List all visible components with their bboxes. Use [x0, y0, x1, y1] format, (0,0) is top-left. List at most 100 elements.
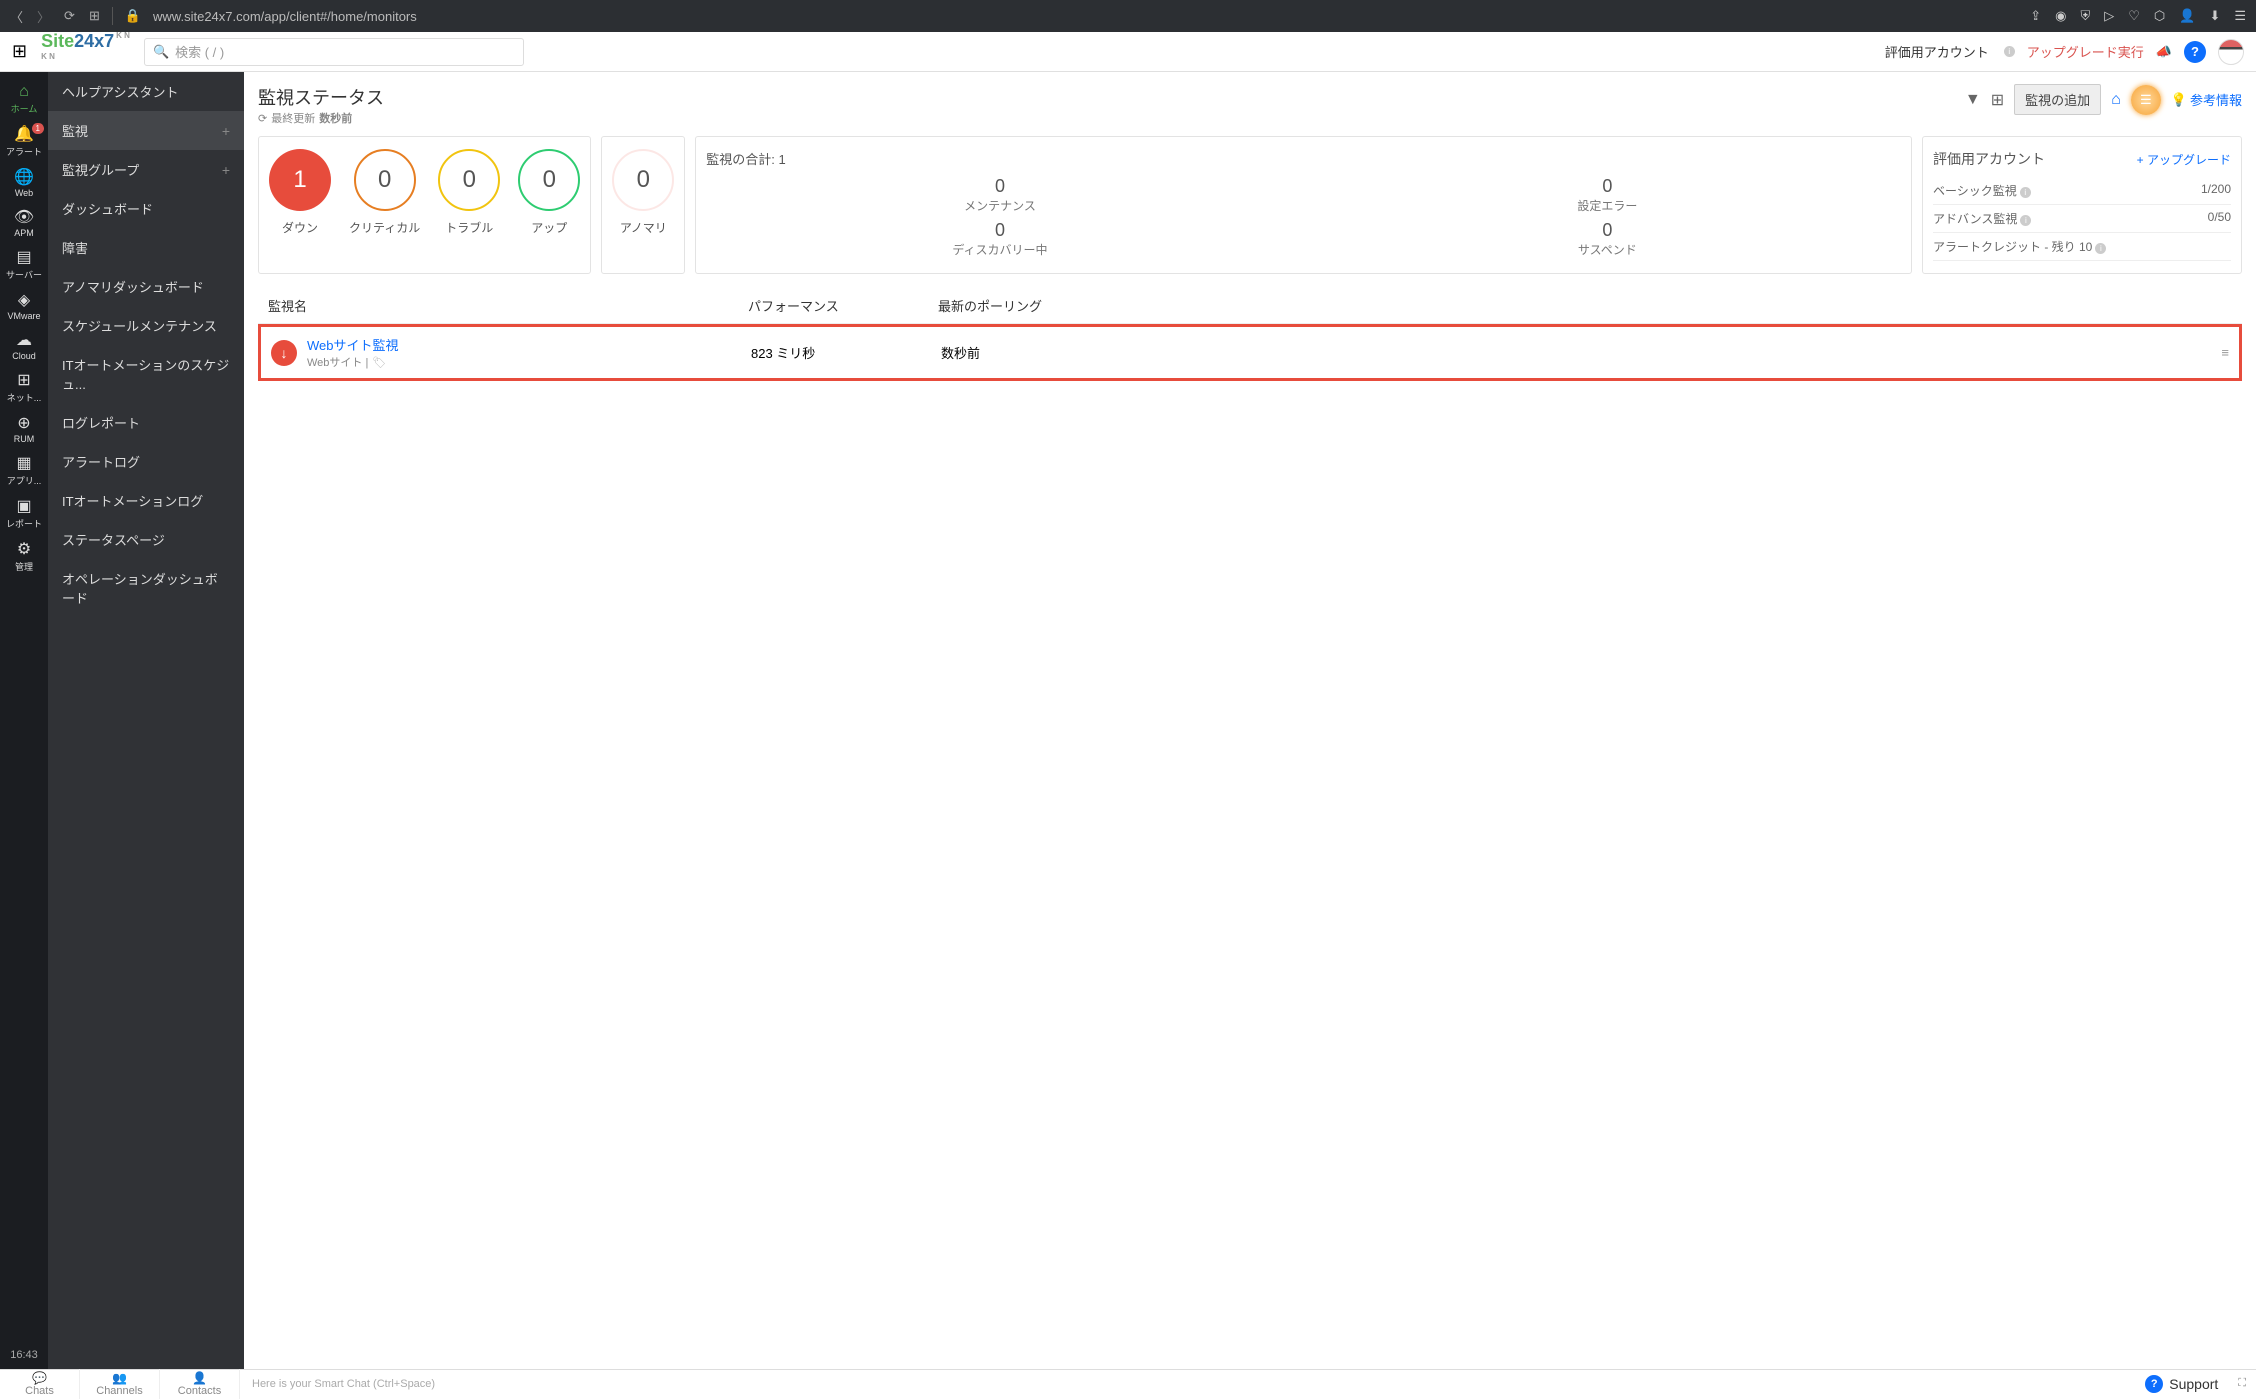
- menu-icon[interactable]: ☰: [2234, 8, 2246, 24]
- cube-icon[interactable]: ⬡: [2154, 8, 2165, 24]
- heart-icon[interactable]: ♡: [2128, 8, 2140, 24]
- down-arrow-icon: ↓: [271, 340, 297, 366]
- status-circle-ダウン[interactable]: 1: [269, 149, 331, 211]
- table-row[interactable]: ↓ Webサイト監視 Webサイト | 🏷 823 ミリ秒 数秒前 ≡: [258, 324, 2242, 381]
- sidebar-item[interactable]: ステータスページ: [48, 520, 244, 559]
- rail-item-Web[interactable]: 🌐Web: [0, 164, 48, 204]
- ref-info-link[interactable]: 💡参考情報: [2171, 90, 2242, 109]
- status-circle-クリティカル[interactable]: 0: [354, 149, 416, 211]
- rail-item-管理[interactable]: ⚙管理: [0, 536, 48, 579]
- bottom-tab-Chats[interactable]: 💬Chats: [0, 1369, 80, 1399]
- user-icon[interactable]: 👤: [2179, 8, 2195, 24]
- refresh-icon[interactable]: ⟳: [258, 112, 267, 125]
- share-icon[interactable]: ⇪: [2030, 8, 2041, 24]
- rail-icon: ▤: [16, 250, 31, 266]
- logo[interactable]: Site24x7K NK N: [41, 31, 130, 73]
- status-card: 1ダウン0クリティカル0トラブル0アップ: [258, 136, 591, 274]
- rail-item-アラート[interactable]: 🔔アラート1: [0, 121, 48, 164]
- sidebar-item[interactable]: スケジュールメンテナンス: [48, 306, 244, 345]
- add-icon[interactable]: +: [222, 123, 230, 139]
- rail-item-Cloud[interactable]: ☁Cloud: [0, 327, 48, 367]
- grid-icon[interactable]: ⊞: [1991, 90, 2004, 110]
- row-menu-icon[interactable]: ≡: [2199, 345, 2229, 360]
- sidebar-item-label: 障害: [62, 238, 88, 257]
- sidebar-item[interactable]: 障害: [48, 228, 244, 267]
- smart-chat-hint[interactable]: Here is your Smart Chat (Ctrl+Space): [240, 1378, 2135, 1390]
- tag-icon[interactable]: 🏷: [372, 356, 386, 369]
- last-update: ⟳ 最終更新 数秒前: [258, 110, 384, 126]
- forward-icon[interactable]: 〉: [37, 7, 50, 26]
- info-icon[interactable]: i: [2020, 215, 2031, 226]
- back-icon[interactable]: 〈: [10, 7, 23, 26]
- rail-item-サーバー[interactable]: ▤サーバー: [0, 244, 48, 287]
- sidebar-item[interactable]: ヘルプアシスタント: [48, 72, 244, 111]
- sidebar-item[interactable]: 監視グループ +: [48, 150, 244, 189]
- upgrade-small-link[interactable]: + アップグレード: [2137, 151, 2231, 168]
- account-row: アラートクレジット - 残り 10i: [1933, 233, 2231, 261]
- download-icon[interactable]: ⬇: [2209, 8, 2220, 24]
- total-label: ディスカバリー中: [706, 241, 1293, 258]
- bottom-tab-Contacts[interactable]: 👤Contacts: [160, 1369, 240, 1399]
- rail-item-APM[interactable]: 👁 APM: [0, 204, 48, 244]
- sidebar-item-label: オペレーションダッシュボード: [62, 569, 230, 607]
- app-menu-icon[interactable]: ⊞: [12, 41, 27, 62]
- rail-icon: ◈: [18, 293, 30, 309]
- rail-icon: ▦: [16, 456, 31, 472]
- url-bar[interactable]: www.site24x7.com/app/client#/home/monito…: [153, 9, 2018, 24]
- rail-item-VMware[interactable]: ◈VMware: [0, 287, 48, 327]
- upgrade-link[interactable]: アップグレード実行: [2027, 42, 2144, 61]
- info-icon[interactable]: i: [2004, 46, 2015, 57]
- monitor-name-link[interactable]: Webサイト監視: [307, 335, 399, 354]
- home-icon[interactable]: ⌂: [2111, 91, 2121, 109]
- shield-icon[interactable]: ⛨: [2080, 8, 2090, 24]
- rail-icon: 👁: [14, 210, 34, 226]
- sidebar-item[interactable]: 監視+: [48, 111, 244, 150]
- status-circle-アップ[interactable]: 0: [518, 149, 580, 211]
- rail-item-アプリ...[interactable]: ▦アプリ...: [0, 450, 48, 493]
- filter-icon[interactable]: ▼: [1965, 91, 1981, 109]
- rail-time: 16:43: [10, 1341, 38, 1369]
- avatar[interactable]: [2218, 39, 2244, 65]
- total-label: サスペンド: [1314, 241, 1901, 258]
- th-perf[interactable]: パフォーマンス: [748, 296, 938, 315]
- sidebar-item-label: ITオートメーションのスケジュ...: [62, 355, 230, 393]
- anomaly-circle[interactable]: 0: [612, 149, 674, 211]
- rail-label: APM: [14, 228, 34, 238]
- sidebar-item[interactable]: アノマリダッシュボード: [48, 267, 244, 306]
- sidebar-item-label: 監視グループ: [62, 160, 139, 179]
- tour-icon[interactable]: ☰: [2131, 85, 2161, 115]
- table-header: 監視名 パフォーマンス 最新のポーリング: [258, 288, 2242, 324]
- th-name[interactable]: 監視名: [268, 296, 748, 315]
- sidebar-item[interactable]: ITオートメーションのスケジュ...: [48, 345, 244, 403]
- sidebar-item[interactable]: アラートログ: [48, 442, 244, 481]
- play-icon[interactable]: ▷: [2104, 8, 2114, 24]
- bulb-icon: 💡: [2171, 92, 2187, 108]
- reload-icon[interactable]: ⟳: [64, 8, 75, 24]
- add-icon[interactable]: +: [222, 162, 230, 178]
- sidebar-item[interactable]: オペレーションダッシュボード: [48, 559, 244, 617]
- help-icon[interactable]: ?: [2184, 41, 2206, 63]
- search-input[interactable]: 🔍 検索 ( / ): [144, 38, 524, 66]
- rail-icon: ☁: [16, 333, 32, 349]
- expand-icon[interactable]: ⛶: [2228, 1377, 2256, 1390]
- rail-item-レポート[interactable]: ▣レポート: [0, 493, 48, 536]
- apps-icon[interactable]: ⊞: [89, 8, 100, 24]
- rail-item-RUM[interactable]: ⊕RUM: [0, 410, 48, 450]
- th-poll[interactable]: 最新のポーリング: [938, 296, 2202, 315]
- announce-icon[interactable]: 📣: [2156, 44, 2172, 60]
- add-monitor-button[interactable]: 監視の追加: [2014, 84, 2101, 115]
- sidebar-item[interactable]: ログレポート: [48, 403, 244, 442]
- support-button[interactable]: ? Support: [2135, 1375, 2228, 1393]
- sidebar-item[interactable]: ダッシュボード: [48, 189, 244, 228]
- camera-icon[interactable]: ◉: [2055, 8, 2066, 24]
- status-circle-トラブル[interactable]: 0: [438, 149, 500, 211]
- info-icon[interactable]: i: [2095, 243, 2106, 254]
- sidebar-item-label: ヘルプアシスタント: [62, 82, 178, 101]
- rail-item-ネット...[interactable]: ⊞ネット...: [0, 367, 48, 410]
- info-icon[interactable]: i: [2020, 187, 2031, 198]
- rail-item-ホーム[interactable]: ⌂ホーム: [0, 78, 48, 121]
- bottom-tab-Channels[interactable]: 👥Channels: [80, 1369, 160, 1399]
- status-label: アップ: [531, 219, 567, 236]
- sidebar-item[interactable]: ITオートメーションログ: [48, 481, 244, 520]
- sidebar-item-label: ステータスページ: [62, 530, 165, 549]
